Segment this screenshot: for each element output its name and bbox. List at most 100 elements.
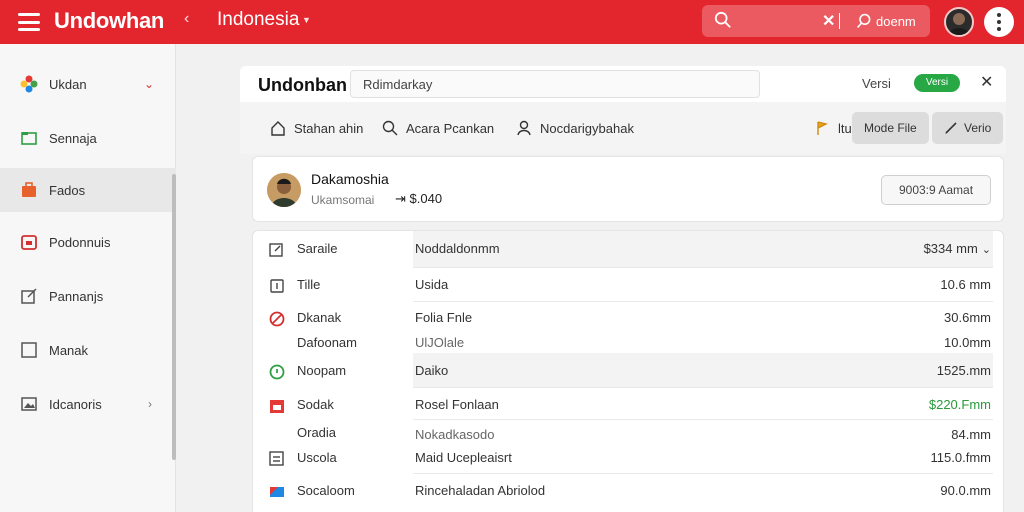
mode-file-label: Mode File bbox=[864, 121, 917, 135]
search-bar[interactable]: ✕ doenm bbox=[702, 5, 930, 37]
profile-action-button[interactable]: 9003:9 Aamat bbox=[881, 175, 991, 205]
sidebar-item-label: Fados bbox=[49, 182, 86, 198]
search-events-button[interactable]: Acara Pcankan bbox=[382, 120, 494, 136]
row-label: Dkanak bbox=[297, 310, 342, 325]
row-value: Nokadkasodo bbox=[415, 427, 495, 442]
mode-file-button[interactable]: Mode File bbox=[852, 112, 929, 144]
sidebar-item-label: Ukdan bbox=[49, 76, 87, 92]
row-amount-value: $334 mm bbox=[923, 241, 978, 256]
home-icon bbox=[271, 121, 285, 136]
sidebar-scrollbar[interactable] bbox=[172, 174, 176, 460]
menu-icon[interactable] bbox=[18, 13, 40, 31]
chevron-down-icon[interactable]: ⌄ bbox=[982, 243, 991, 256]
row-label: Dafoonam bbox=[297, 335, 357, 350]
media-icon bbox=[270, 487, 284, 497]
sidebar-item-podonnuis[interactable]: Podonnuis bbox=[0, 220, 176, 264]
row-amount[interactable]: $334 mm ⌄ bbox=[924, 241, 991, 256]
flag-button[interactable]: ltu bbox=[814, 120, 852, 136]
search-submit-label[interactable]: doenm bbox=[876, 14, 916, 29]
sidebar: Ukdan ⌄ Sennaja Fados Podonnuis Pannanjs… bbox=[0, 44, 176, 512]
profile-name: Dakamoshia bbox=[311, 171, 389, 187]
flag-icon bbox=[817, 121, 829, 135]
blocked-icon bbox=[269, 311, 285, 327]
row-amount: 90.0.mm bbox=[940, 483, 991, 498]
briefcase-icon bbox=[22, 182, 36, 197]
sidebar-item-label: Manak bbox=[49, 342, 89, 358]
sidebar-item-label: Idcanoris bbox=[49, 396, 102, 412]
sidebar-item-label: Podonnuis bbox=[49, 234, 111, 250]
checkbox-icon bbox=[21, 342, 37, 358]
user-avatar-image bbox=[948, 13, 970, 35]
search-submit-icon[interactable] bbox=[856, 13, 872, 29]
flower-icon bbox=[20, 75, 38, 93]
profile-subtitle: Ukamsomai bbox=[311, 193, 375, 207]
search-icon bbox=[714, 11, 731, 28]
row-label: Saraile bbox=[297, 241, 338, 256]
chevron-left-icon[interactable]: ‹ bbox=[184, 10, 189, 28]
row-amount: 10.6 mm bbox=[940, 277, 991, 292]
verio-button[interactable]: Verio bbox=[932, 112, 1004, 144]
row-amount: 115.0.fmm bbox=[930, 450, 991, 465]
chevron-right-icon[interactable]: › bbox=[148, 397, 152, 411]
row-value: Noddaldonmm bbox=[415, 241, 500, 256]
verio-label: Verio bbox=[964, 121, 992, 135]
chevron-down-icon[interactable]: ⌄ bbox=[144, 77, 154, 91]
row-amount: 30.6mm bbox=[944, 310, 991, 325]
row-amount: 10.0mm bbox=[944, 335, 991, 350]
row-value: UlJOlale bbox=[415, 335, 465, 350]
avatar[interactable] bbox=[267, 173, 301, 207]
user-button[interactable]: Nocdarigybahak bbox=[516, 120, 634, 136]
panel-header: Undonban Versi Versi ✕ bbox=[240, 66, 1006, 102]
search-divider bbox=[839, 13, 840, 29]
row-value: Rincehaladan Abriolod bbox=[415, 483, 546, 498]
row-highlight bbox=[413, 231, 993, 267]
user-icon bbox=[517, 120, 531, 136]
row-label: Socaloom bbox=[297, 483, 355, 498]
top-app-bar: Undowhan ‹ Indonesia ▼ ✕ doenm bbox=[0, 0, 1024, 44]
row-label: Oradia bbox=[297, 425, 337, 440]
row-divider bbox=[413, 387, 993, 388]
sidebar-item-label: Sennaja bbox=[49, 130, 97, 146]
brand-logo[interactable]: Undowhan bbox=[54, 8, 164, 34]
row-highlight bbox=[413, 353, 993, 387]
document-icon bbox=[270, 279, 284, 293]
more-options-icon[interactable] bbox=[984, 7, 1014, 37]
region-selector[interactable]: Indonesia bbox=[217, 9, 299, 31]
sidebar-item-ukdan[interactable]: Ukdan ⌄ bbox=[0, 62, 176, 106]
row-divider bbox=[413, 473, 993, 474]
profile-avatar-image bbox=[267, 173, 301, 207]
row-amount: 84.mm bbox=[951, 427, 991, 442]
profile-card: Dakamoshia Ukamsomai ⇥ $.040 9003:9 Aama… bbox=[252, 156, 1004, 222]
sidebar-item-fados[interactable]: Fados bbox=[0, 168, 176, 212]
close-icon[interactable]: ✕ bbox=[980, 72, 993, 92]
row-amount: $220.Fmm bbox=[928, 397, 991, 412]
profile-amount-value: $.040 bbox=[409, 191, 443, 206]
chevron-down-icon[interactable]: ▼ bbox=[302, 15, 311, 25]
title-input[interactable] bbox=[350, 70, 760, 98]
sidebar-item-manak[interactable]: Manak bbox=[0, 328, 176, 372]
clear-icon[interactable]: ✕ bbox=[822, 11, 835, 31]
row-label: Uscola bbox=[297, 450, 337, 465]
action-toolbar: Stahan ahin Acara Pcankan Nocdarigybahak… bbox=[240, 102, 1006, 154]
version-label: Versi bbox=[862, 76, 891, 91]
sidebar-item-idcanoris[interactable]: Idcanoris › bbox=[0, 382, 176, 426]
home-button-label: Stahan ahin bbox=[294, 120, 364, 136]
row-value: Daiko bbox=[415, 363, 449, 378]
row-value: Usida bbox=[415, 277, 449, 292]
sidebar-item-sennaja[interactable]: Sennaja bbox=[0, 116, 176, 160]
profile-amount: ⇥ $.040 bbox=[395, 191, 442, 207]
avatar[interactable] bbox=[944, 7, 974, 37]
version-badge[interactable]: Versi bbox=[914, 74, 960, 92]
search-icon bbox=[382, 120, 398, 136]
transfer-icon: ⇥ bbox=[395, 191, 406, 206]
panel-title: Undonban bbox=[258, 75, 347, 95]
home-button[interactable]: Stahan ahin bbox=[270, 120, 363, 136]
row-amount: 1525.mm bbox=[936, 363, 991, 378]
row-value: Maid Ucepleaisrt bbox=[415, 450, 512, 465]
row-value: Rosel Fonlaan bbox=[415, 397, 499, 412]
row-label: Tille bbox=[297, 277, 321, 292]
details-table: Saraile Noddaldonmm $334 mm ⌄ Tille Usida… bbox=[252, 230, 1004, 512]
pen-icon bbox=[945, 122, 957, 134]
search-events-label: Acara Pcankan bbox=[406, 120, 495, 136]
sidebar-item-pannanjs[interactable]: Pannanjs bbox=[0, 274, 176, 318]
